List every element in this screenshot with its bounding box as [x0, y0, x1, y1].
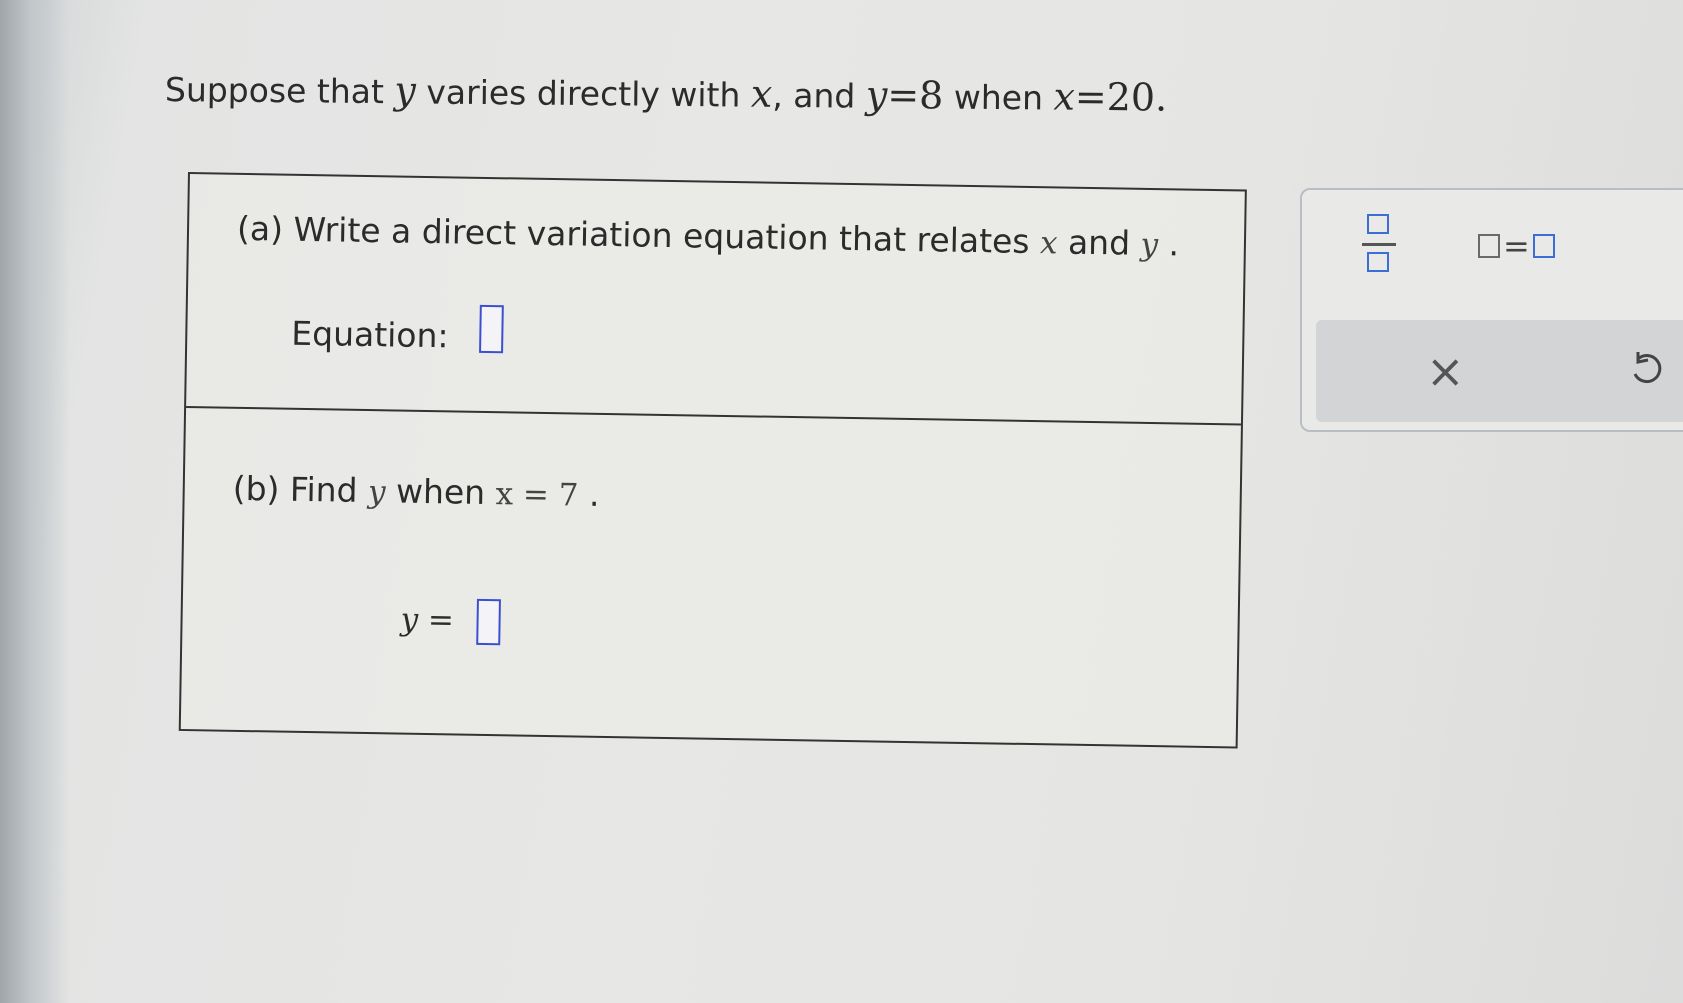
y-equals-label: y =: [400, 601, 455, 639]
denominator-square: [1367, 252, 1389, 272]
action-row: ×: [1316, 320, 1683, 422]
undo-icon[interactable]: [1626, 350, 1666, 390]
part-b-prompt: (b) Find y when x = 7 .: [232, 468, 600, 514]
left-square: [1478, 234, 1500, 258]
fraction-bar: [1362, 243, 1396, 246]
fraction-icon[interactable]: [1362, 214, 1396, 276]
equals-sign: =: [1503, 227, 1530, 265]
equation-answer-input[interactable]: [479, 304, 504, 354]
part-b-cell: (b) Find y when x = 7 . y =: [181, 408, 1241, 746]
question-table: (a) Write a direct variation equation th…: [178, 172, 1247, 749]
problem-statement: Suppose that y varies directly with x, a…: [164, 68, 1168, 120]
equation-label: Equation:: [291, 313, 449, 356]
math-toolbar: = ×: [1300, 188, 1683, 432]
undo-glyph: [1633, 352, 1662, 384]
y-answer-input[interactable]: [476, 598, 501, 646]
clear-icon[interactable]: ×: [1426, 344, 1465, 398]
part-a-cell: (a) Write a direct variation equation th…: [186, 174, 1245, 426]
right-square: [1532, 234, 1555, 258]
numerator-square: [1367, 214, 1389, 234]
screen-edge-shadow: [0, 0, 70, 1003]
part-a-prompt: (a) Write a direct variation equation th…: [236, 208, 1180, 264]
equals-template-icon[interactable]: =: [1478, 227, 1555, 265]
